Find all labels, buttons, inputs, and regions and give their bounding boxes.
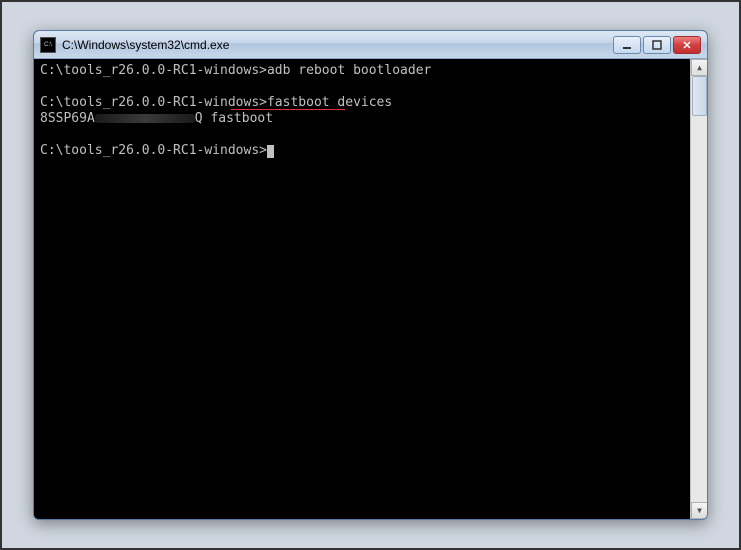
close-icon — [682, 40, 692, 50]
prompt: C:\tools_r26.0.0-RC1-windows> — [40, 143, 267, 158]
scroll-thumb[interactable] — [692, 76, 707, 116]
titlebar[interactable]: C:\Windows\system32\cmd.exe — [34, 31, 707, 59]
device-status: fastboot — [210, 111, 273, 126]
scrollbar[interactable]: ▲ ▼ — [690, 59, 707, 519]
scroll-up-button[interactable]: ▲ — [691, 59, 707, 76]
window-title: C:\Windows\system32\cmd.exe — [62, 38, 613, 52]
window-controls — [613, 36, 701, 54]
close-button[interactable] — [673, 36, 701, 54]
device-id-redacted — [95, 112, 195, 125]
maximize-icon — [652, 40, 662, 50]
cmd-icon — [40, 37, 56, 53]
annotation-underline — [231, 109, 345, 110]
scroll-down-button[interactable]: ▼ — [691, 502, 707, 519]
terminal-body[interactable]: C:\tools_r26.0.0-RC1-windows>adb reboot … — [34, 59, 707, 519]
blank-line — [40, 127, 48, 142]
minimize-icon — [622, 40, 632, 50]
terminal-content: C:\tools_r26.0.0-RC1-windows>adb reboot … — [40, 63, 701, 159]
prompt: C:\tools_r26.0.0-RC1-windows> — [40, 95, 267, 110]
maximize-button[interactable] — [643, 36, 671, 54]
prompt: C:\tools_r26.0.0-RC1-windows> — [40, 63, 267, 78]
minimize-button[interactable] — [613, 36, 641, 54]
device-id-suffix: Q — [195, 111, 203, 126]
cursor — [267, 145, 274, 158]
command: fastboot devices — [267, 95, 392, 110]
command: adb reboot bootloader — [267, 63, 431, 78]
cmd-window: C:\Windows\system32\cmd.exe C:\tools_r26… — [33, 30, 708, 520]
device-id-prefix: 8SSP69A — [40, 111, 95, 126]
blank-line — [40, 79, 48, 94]
